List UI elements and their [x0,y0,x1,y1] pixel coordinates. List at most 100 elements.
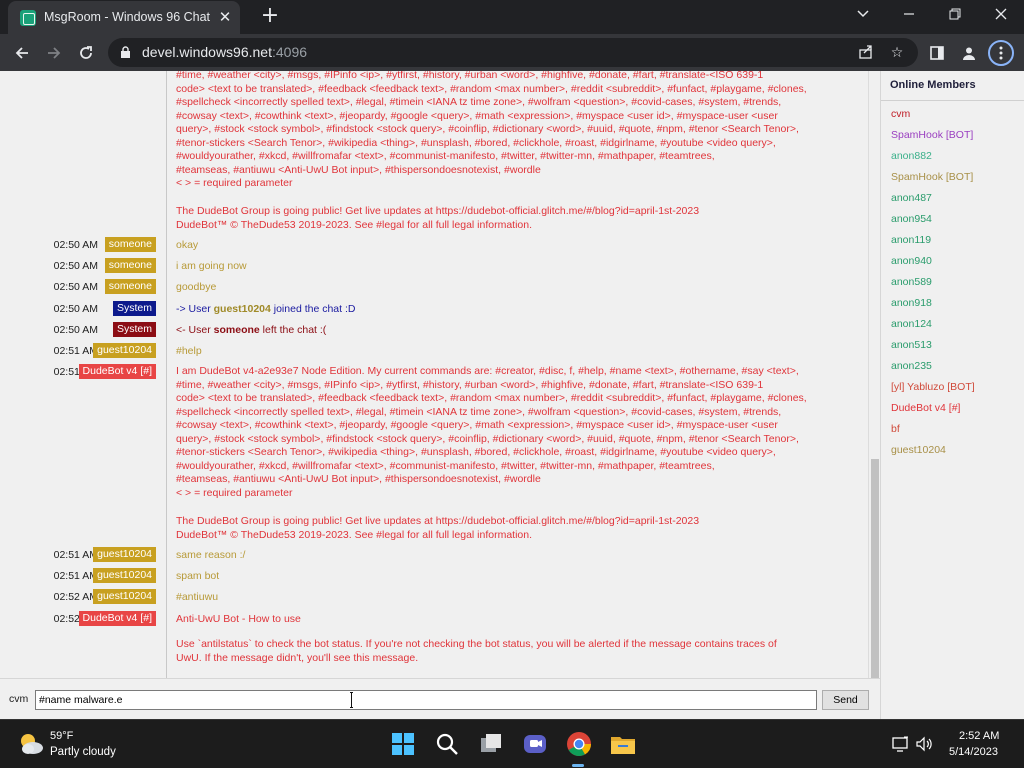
weather-temperature[interactable]: 59°F [50,730,73,742]
message-text: Anti-UwU Bot - How to use [176,613,301,625]
user-badge[interactable]: someone [104,279,156,294]
new-tab-icon[interactable]: + [258,5,282,29]
system-text-user: guest10204 [213,303,271,315]
msgroom-page: #time, #weather <city>, #msgs, #IPinfo <… [0,71,1024,719]
forward-icon[interactable] [40,39,68,67]
member-item[interactable]: anon235 [891,359,975,380]
weather-description[interactable]: Partly cloudy [50,746,116,758]
member-item[interactable]: anon940 [891,254,975,275]
share-icon[interactable] [857,44,875,62]
file-explorer-icon[interactable] [609,730,637,758]
member-item[interactable]: bf [891,422,975,443]
message-row: 02:50 AM someone goodbye [0,279,868,295]
member-item[interactable]: anon918 [891,296,975,317]
help-line: #tenor-stickers <Search Tenor>, #wikiped… [176,446,776,458]
user-badge[interactable]: guest10204 [93,547,156,562]
windows-taskbar: 59°F Partly cloudy 2:52 AM 5/14/2023 [0,719,1024,768]
member-item[interactable]: anon124 [891,317,975,338]
tab-search-icon[interactable] [848,4,878,28]
browser-tab-strip: MsgRoom - Windows 96 Chat ✕ + [0,0,1024,34]
bot-badge[interactable]: DudeBot v4 [#] [78,364,156,379]
message-time: 02:52 AM [53,591,98,603]
back-icon[interactable] [8,39,36,67]
help-line: query>, #stock <stock symbol>, #findstoc… [176,432,799,445]
user-badge[interactable]: guest10204 [93,568,156,583]
copyright-line: DudeBot™ © TheDude53 2019-2023. See #leg… [176,218,533,231]
volume-icon[interactable] [915,736,933,752]
chat-log[interactable]: #time, #weather <city>, #msgs, #IPinfo <… [0,71,868,678]
member-item[interactable]: [yl] Yabluzo [BOT] [891,380,975,401]
send-button[interactable]: Send [822,690,869,710]
member-item[interactable]: anon589 [891,275,975,296]
message-row: 02:50 AM System -> User guest10204 joine… [0,301,868,317]
system-message-text: <- User someone left the chat :( [176,324,326,336]
group-line: The DudeBot Group is going public! Get l… [176,205,700,217]
group-announcement-bottom: The DudeBot Group is going public! Get l… [176,515,860,542]
help-line: code> <text to be translated>, #feedback… [176,82,807,95]
network-icon[interactable] [892,736,910,752]
lock-icon[interactable] [120,46,131,58]
member-item[interactable]: anon513 [891,338,975,359]
scrollbar-thumb[interactable] [871,459,879,678]
user-badge[interactable]: guest10204 [93,589,156,604]
address-bar[interactable]: devel.windows96.net:4096 ☆ [108,38,918,67]
system-text-pre: -> User [176,303,214,315]
system-badge[interactable]: System [112,301,156,316]
clock-time[interactable]: 2:52 AM [959,730,999,742]
chrome-icon[interactable] [565,730,593,758]
teams-chat-icon[interactable] [521,730,549,758]
system-message-text: -> User guest10204 joined the chat :D [176,303,355,315]
help-line: #wouldyourather, #xkcd, #willfromafar <t… [176,150,715,162]
member-item[interactable]: DudeBot v4 [#] [891,401,975,422]
member-item[interactable]: anon882 [891,149,975,170]
message-text: #help [176,345,202,357]
tab-close-icon[interactable]: ✕ [215,7,235,27]
help-line: #tenor-stickers <Search Tenor>, #wikiped… [176,136,776,149]
chat-scrollbar[interactable] [868,71,880,678]
close-window-icon[interactable] [986,4,1016,28]
help-line: #spellcheck <incorrectly spelled text>, … [176,405,782,418]
user-badge[interactable]: someone [104,237,156,252]
message-time: 02:51 AM [53,345,98,357]
members-title: Online Members [890,79,976,91]
side-panel-icon[interactable] [924,40,950,66]
system-text-post: left the chat :( [259,324,327,336]
antiuwu-body: Use `antilstatus` to check the bot statu… [176,638,860,665]
minimize-icon[interactable] [894,4,924,28]
text-cursor-icon [350,692,353,708]
restore-icon[interactable] [940,4,970,28]
member-item[interactable]: SpamHook [BOT] [891,128,975,149]
help-line: #cowsay <text>, #cowthink <text>, #jeopa… [176,109,778,122]
task-view-icon[interactable] [477,730,505,758]
windows-start-icon[interactable] [389,730,417,758]
reload-icon[interactable] [72,39,100,67]
member-item[interactable]: guest10204 [891,443,975,464]
browser-menu-icon[interactable] [988,40,1014,66]
online-members-panel: Online Members cvm SpamHook [BOT] anon882 S… [880,71,1024,719]
member-item[interactable]: SpamHook [BOT] [891,170,975,191]
message-time: 02:50 AM [53,324,98,336]
browser-tab[interactable]: MsgRoom - Windows 96 Chat ✕ [8,1,240,34]
system-text-pre: <- User [176,324,214,336]
member-item[interactable]: anon954 [891,212,975,233]
user-badge[interactable]: guest10204 [93,343,156,358]
message-input[interactable] [35,690,817,710]
message-row: 02:52 AM DudeBot v4 [#] Anti-UwU Bot - H… [0,611,868,627]
help-line: #time, #weather <city>, #msgs, #IPinfo <… [176,378,764,391]
message-row: 02:52 AM guest10204 #antiuwu [0,589,868,605]
partly-cloudy-icon[interactable] [17,731,45,757]
clock-date[interactable]: 5/14/2023 [949,746,998,758]
member-item[interactable]: anon119 [891,233,975,254]
search-icon[interactable] [433,730,461,758]
member-item[interactable]: cvm [891,107,975,128]
bookmark-star-icon[interactable]: ☆ [888,44,906,62]
url-port: :4096 [271,44,308,60]
system-badge[interactable]: System [112,322,156,337]
message-row: 02:51 AM guest10204 same reason :/ [0,547,868,563]
bot-badge[interactable]: DudeBot v4 [#] [78,611,156,626]
help-line: #spellcheck <incorrectly spelled text>, … [176,96,782,108]
profile-icon[interactable] [956,40,982,66]
member-item[interactable]: anon487 [891,191,975,212]
message-time: 02:50 AM [53,281,98,293]
user-badge[interactable]: someone [104,258,156,273]
